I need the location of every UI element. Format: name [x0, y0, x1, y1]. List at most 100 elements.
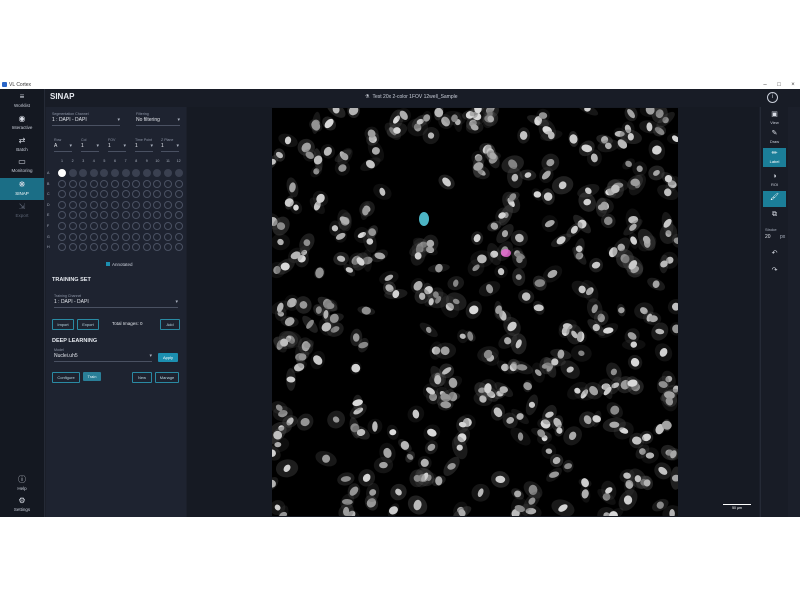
plate-well[interactable] [174, 222, 183, 230]
plate-well[interactable] [174, 211, 183, 220]
tool-group[interactable]: ⧉ [761, 211, 788, 225]
plate-well[interactable] [100, 179, 109, 188]
tool-roi[interactable]: ◑ ROI [761, 173, 788, 189]
plate-well[interactable] [89, 169, 98, 177]
annotated-cell-magenta[interactable] [501, 249, 511, 257]
plate-well[interactable] [121, 211, 130, 220]
plate-well[interactable] [132, 232, 141, 241]
plate-well[interactable] [121, 169, 130, 177]
plate-well[interactable] [164, 222, 172, 230]
plate-well[interactable] [121, 243, 130, 252]
plate-well[interactable] [111, 179, 119, 188]
plate-well[interactable] [58, 169, 66, 177]
plate-well[interactable] [79, 179, 88, 188]
plate-well[interactable] [142, 190, 151, 199]
nav-settings[interactable]: ⚙ Settings [0, 496, 44, 514]
plate-well[interactable] [142, 232, 151, 241]
nav-worklist[interactable]: ≡ Worklist [0, 92, 44, 112]
plate-well[interactable] [89, 190, 98, 199]
new-button[interactable]: New [132, 372, 152, 383]
plate-well[interactable] [68, 211, 77, 220]
plate-well[interactable] [121, 232, 130, 241]
plate-well[interactable] [121, 222, 130, 230]
plate-well[interactable] [68, 232, 77, 241]
plate-well[interactable] [111, 200, 119, 209]
plate-well[interactable] [164, 169, 172, 177]
plate-well[interactable] [142, 222, 151, 230]
plate-well[interactable] [174, 190, 183, 199]
timepoint-select[interactable]: 1 ▾ [135, 143, 153, 152]
plate-well[interactable] [164, 179, 172, 188]
plate-well[interactable] [68, 190, 77, 199]
training-channel-select[interactable]: 1 : DAPI - DAPI ▾ [54, 299, 178, 308]
plate-well[interactable] [153, 232, 162, 241]
plate-well[interactable] [111, 222, 119, 230]
plate-well[interactable] [164, 232, 172, 241]
nav-export[interactable]: ⇲ Export [0, 202, 44, 222]
microscope-image[interactable] [272, 108, 678, 516]
plate-well[interactable] [174, 243, 183, 252]
plate-well[interactable] [142, 169, 151, 177]
plate-well[interactable] [121, 190, 130, 199]
plate-well[interactable] [89, 222, 98, 230]
stroke-input[interactable]: 20 [765, 234, 771, 240]
plate-well[interactable] [68, 243, 77, 252]
tool-view[interactable]: ▣ View [761, 111, 788, 127]
add-button[interactable]: Add [160, 319, 180, 330]
redo-button[interactable]: ↷ [761, 267, 788, 279]
col-select[interactable]: 1 ▾ [81, 143, 99, 152]
model-select[interactable]: Nuclei.uh5 ▾ [54, 353, 152, 362]
plate-well[interactable] [79, 200, 88, 209]
nav-batch[interactable]: ⇄ Batch [0, 136, 44, 156]
plate-well[interactable] [58, 222, 66, 230]
annotated-cell-cyan[interactable] [419, 212, 429, 226]
plate-well[interactable] [174, 169, 183, 177]
nav-help[interactable]: ⓘ Help [0, 475, 44, 493]
zplane-select[interactable]: 1 ▾ [161, 143, 179, 152]
nav-interactive[interactable]: ◉ Interactive [0, 114, 44, 134]
undo-button[interactable]: ↶ [761, 250, 788, 262]
apply-button[interactable]: Apply [158, 353, 178, 362]
plate-well[interactable] [79, 232, 88, 241]
plate-well[interactable] [58, 179, 66, 188]
plate-well[interactable] [121, 200, 130, 209]
plate-well[interactable] [153, 179, 162, 188]
plate-well[interactable] [132, 200, 141, 209]
plate-well[interactable] [89, 200, 98, 209]
manage-button[interactable]: Manage [155, 372, 179, 383]
filtering-select[interactable]: No filtering ▾ [136, 117, 180, 126]
plate-well[interactable] [142, 179, 151, 188]
fov-select[interactable]: 1 ▾ [108, 143, 126, 152]
nav-sinap[interactable]: ❋ SINAP [0, 178, 44, 200]
nav-monitoring[interactable]: ▭ Monitoring [0, 157, 44, 177]
plate-well[interactable] [68, 222, 77, 230]
plate-well[interactable] [174, 232, 183, 241]
close-icon[interactable]: × [786, 81, 800, 89]
export-button[interactable]: Export [77, 319, 99, 330]
plate-well[interactable] [68, 179, 77, 188]
plate-well[interactable] [100, 232, 109, 241]
plate-well[interactable] [142, 200, 151, 209]
plate-well[interactable] [58, 200, 66, 209]
plate-well[interactable] [89, 243, 98, 252]
maximize-icon[interactable]: □ [772, 81, 786, 89]
row-select[interactable]: A ▾ [54, 143, 72, 152]
plate-well[interactable] [174, 179, 183, 188]
tool-draw[interactable]: ✎ Draw [761, 130, 788, 146]
tool-brush[interactable]: 🖌 [763, 191, 786, 207]
plate-well[interactable] [132, 179, 141, 188]
import-button[interactable]: Import [52, 319, 74, 330]
configure-button[interactable]: Configure [52, 372, 80, 383]
plate-well[interactable] [68, 169, 77, 177]
plate-well[interactable] [121, 179, 130, 188]
segmentation-channel-select[interactable]: 1 : DAPI - DAPI ▾ [52, 117, 120, 126]
tool-label[interactable]: ✏ Label [763, 148, 786, 167]
plate-well[interactable] [89, 179, 98, 188]
plate-well[interactable] [89, 232, 98, 241]
plate-well[interactable] [68, 200, 77, 209]
plate-well[interactable] [111, 169, 119, 177]
info-icon[interactable]: i [767, 92, 778, 103]
plate-well[interactable] [58, 232, 66, 241]
plate-well[interactable] [111, 232, 119, 241]
train-button[interactable]: Train [83, 372, 101, 381]
